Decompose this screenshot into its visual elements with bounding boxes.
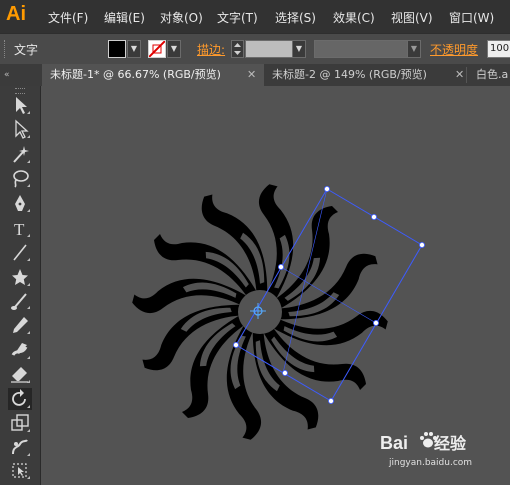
line-tool-icon[interactable] bbox=[8, 241, 32, 263]
resize-handle[interactable] bbox=[277, 263, 284, 270]
menu-object[interactable]: 对象(O) bbox=[160, 9, 203, 26]
app-logo: Ai bbox=[6, 3, 26, 25]
blob-brush-tool-icon[interactable] bbox=[8, 339, 32, 361]
fill-dropdown[interactable]: ▼ bbox=[127, 40, 141, 58]
stroke-swatch[interactable] bbox=[148, 40, 166, 58]
menu-edit[interactable]: 编辑(E) bbox=[104, 9, 145, 26]
pencil-tool-icon[interactable] bbox=[8, 314, 32, 336]
rotate-tool-icon[interactable] bbox=[8, 388, 32, 410]
eraser-tool-icon[interactable] bbox=[8, 363, 32, 385]
selection-type-label: 文字 bbox=[14, 43, 39, 57]
type-tool-icon[interactable]: T bbox=[8, 217, 32, 239]
menu-view[interactable]: 视图(V) bbox=[391, 9, 433, 26]
resize-handle[interactable] bbox=[323, 186, 330, 193]
collapse-panel-icon[interactable]: « bbox=[4, 70, 10, 80]
menu-window[interactable]: 窗口(W) bbox=[449, 9, 494, 26]
warp-tool-icon[interactable] bbox=[8, 436, 32, 458]
resize-handle[interactable] bbox=[327, 397, 334, 404]
stroke-weight-input[interactable] bbox=[245, 40, 293, 58]
menu-select[interactable]: 选择(S) bbox=[275, 9, 316, 26]
artboard-canvas[interactable] bbox=[41, 86, 510, 485]
direct-selection-tool-icon[interactable] bbox=[8, 118, 32, 140]
menu-bar: Ai 文件(F) 编辑(E) 对象(O) 文字(T) 选择(S) 效果(C) 视… bbox=[0, 0, 510, 33]
tab-white[interactable]: 白色.a bbox=[470, 64, 510, 86]
stroke-label[interactable]: 描边: bbox=[197, 41, 225, 58]
free-transform-tool-icon[interactable] bbox=[8, 459, 32, 481]
close-icon[interactable]: ✕ bbox=[455, 64, 464, 86]
tab-label: 白色.a bbox=[476, 68, 509, 81]
control-bar: 文字 ▼ ▼ 描边: ▼ ▼ 不透明度 100 bbox=[0, 33, 510, 65]
resize-handle[interactable] bbox=[372, 319, 379, 326]
panel-grip[interactable] bbox=[4, 40, 8, 58]
lasso-tool-icon[interactable] bbox=[8, 167, 32, 189]
resize-handle[interactable] bbox=[418, 241, 425, 248]
baidu-paw-icon bbox=[420, 432, 437, 448]
magic-wand-tool-icon[interactable] bbox=[8, 143, 32, 165]
tab-label: 未标题-2 @ 149% (RGB/预览) bbox=[272, 68, 427, 81]
pen-tool-icon[interactable] bbox=[8, 192, 32, 214]
stroke-dropdown[interactable]: ▼ bbox=[167, 40, 181, 58]
tab-untitled-1[interactable]: 未标题-1* @ 66.67% (RGB/预览) bbox=[42, 64, 264, 86]
stroke-weight-dropdown[interactable]: ▼ bbox=[292, 40, 306, 58]
scale-tool-icon[interactable] bbox=[8, 412, 32, 434]
watermark-url: jingyan.baidu.com bbox=[389, 458, 473, 468]
svg-text:T: T bbox=[14, 220, 25, 239]
toolbox: T bbox=[0, 86, 41, 485]
resize-handle[interactable] bbox=[232, 341, 239, 348]
paintbrush-tool-icon[interactable] bbox=[8, 289, 32, 311]
no-stroke-icon bbox=[149, 41, 165, 57]
menu-file[interactable]: 文件(F) bbox=[48, 9, 88, 26]
rotated-flower-artwork[interactable] bbox=[129, 181, 391, 443]
resize-handle[interactable] bbox=[281, 369, 288, 376]
variable-width-profile[interactable] bbox=[314, 40, 408, 58]
flower-center bbox=[238, 290, 282, 334]
menu-effect[interactable]: 效果(C) bbox=[333, 9, 375, 26]
opacity-input[interactable]: 100 bbox=[487, 40, 510, 58]
opacity-label[interactable]: 不透明度 bbox=[430, 41, 478, 58]
close-icon[interactable]: ✕ bbox=[247, 64, 256, 86]
menu-type[interactable]: 文字(T) bbox=[217, 9, 258, 26]
document-tab-bar: « 未标题-1* @ 66.67% (RGB/预览) ✕ 未标题-2 @ 149… bbox=[0, 64, 510, 86]
tab-divider bbox=[466, 67, 467, 83]
profile-dropdown[interactable]: ▼ bbox=[407, 40, 421, 58]
stroke-weight-stepper[interactable] bbox=[231, 40, 244, 58]
star-tool-icon[interactable] bbox=[8, 266, 32, 288]
resize-handle[interactable] bbox=[370, 213, 377, 220]
selection-tool-icon[interactable] bbox=[8, 94, 32, 116]
tab-untitled-2[interactable]: 未标题-2 @ 149% (RGB/预览) bbox=[266, 64, 460, 86]
tab-label: 未标题-1* @ 66.67% (RGB/预览) bbox=[50, 68, 221, 81]
stepper-arrows-icon bbox=[234, 43, 241, 55]
fill-swatch[interactable] bbox=[108, 40, 126, 58]
